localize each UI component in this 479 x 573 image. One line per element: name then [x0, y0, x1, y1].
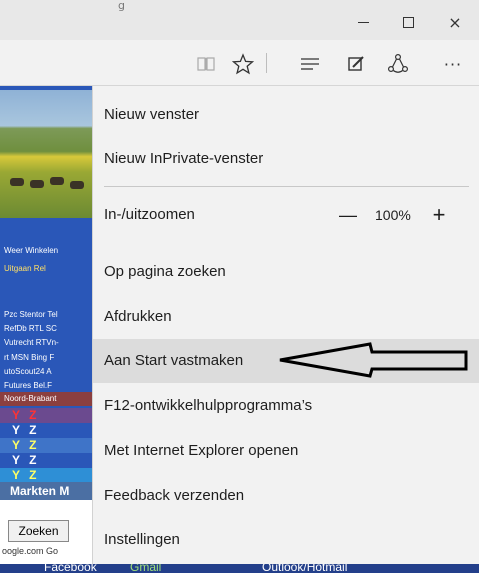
maximize-button[interactable] — [389, 10, 427, 34]
web-note-button[interactable] — [343, 51, 369, 77]
page-link-row[interactable]: Uitgaan Rel — [0, 262, 92, 276]
zoeken-button[interactable]: Zoeken — [8, 520, 69, 542]
yz-row[interactable]: Y Z — [0, 408, 92, 423]
close-icon: × — [448, 12, 462, 32]
menu-item-open-ie[interactable]: Met Internet Explorer openen — [93, 429, 479, 473]
menu-item-send-feedback[interactable]: Feedback verzenden — [93, 474, 479, 518]
cow-shape — [30, 180, 44, 188]
reading-view-icon — [197, 57, 215, 71]
favorite-star-icon — [232, 53, 254, 75]
hub-button[interactable] — [297, 51, 323, 77]
browser-toolbar: ··· — [0, 40, 479, 86]
page-link-row[interactable]: Pzc Stentor Tel — [0, 308, 92, 322]
yz-row[interactable]: Y Z — [0, 423, 92, 438]
facebook-link[interactable]: Facebook — [44, 560, 97, 573]
header-photo — [0, 90, 92, 218]
share-icon — [387, 53, 409, 73]
toolbar-separator — [266, 53, 267, 73]
annotation-arrow — [279, 342, 468, 378]
menu-item-new-window[interactable]: Nieuw venster — [93, 93, 479, 137]
page-link-row[interactable]: RefDb RTL SC — [0, 322, 92, 336]
yz-row[interactable]: Y Z — [0, 453, 92, 468]
page-link-row[interactable]: rt MSN Bing F — [0, 351, 92, 365]
background-webpage: Weer Winkelen Uitgaan Rel Pzc Stentor Te… — [0, 86, 92, 573]
hub-icon — [301, 58, 319, 70]
cow-shape — [70, 181, 84, 189]
menu-item-find-on-page[interactable]: Op pagina zoeken — [93, 250, 479, 294]
yz-row[interactable]: Y Z — [0, 438, 92, 453]
page-link-row[interactable]: Noord-Brabant — [0, 392, 92, 406]
menu-item-f12-tools[interactable]: F12-ontwikkelhulpprogramma’s — [93, 384, 479, 428]
close-button[interactable]: × — [436, 10, 474, 34]
web-note-icon — [348, 56, 364, 71]
menu-item-zoom: In-/uitzoomen — 100% + — [93, 193, 479, 237]
cow-shape — [10, 178, 24, 186]
google-text: oogle.com Go — [2, 546, 59, 556]
menu-item-print[interactable]: Afdrukken — [93, 295, 479, 339]
menu-item-settings[interactable]: Instellingen — [93, 518, 479, 562]
page-link-row[interactable]: Weer Winkelen — [0, 244, 92, 258]
more-actions-button[interactable]: ··· — [440, 51, 466, 77]
reading-view-button[interactable] — [193, 51, 219, 77]
cow-shape — [50, 177, 64, 185]
menu-item-new-inprivate[interactable]: Nieuw InPrivate-venster — [93, 137, 479, 181]
page-link-row[interactable]: Vutrecht RTVn- — [0, 336, 92, 350]
zoom-level: 100% — [375, 207, 411, 223]
markten-bar[interactable]: Markten M — [0, 482, 92, 500]
minimize-icon — [357, 21, 369, 23]
page-link-row[interactable]: Futures Bel.F — [0, 379, 92, 393]
page-bottom-bar: Facebook Gmail Outlook/Hotmail — [0, 560, 479, 573]
menu-separator — [104, 186, 469, 187]
more-actions-menu: Nieuw venster Nieuw InPrivate-venster In… — [92, 86, 479, 564]
more-actions-icon: ··· — [443, 54, 463, 74]
title-bar: g × — [0, 0, 479, 40]
zoom-in-button[interactable]: + — [429, 193, 449, 237]
window-caption: g — [118, 0, 125, 12]
page-link-row[interactable]: utoScout24 A — [0, 365, 92, 379]
favorite-button[interactable] — [230, 51, 256, 77]
zoom-label: In-/uitzoomen — [104, 206, 195, 223]
share-button[interactable] — [385, 51, 411, 77]
yz-row[interactable]: Y Z — [0, 468, 92, 483]
maximize-icon — [402, 16, 414, 28]
zoom-out-button[interactable]: — — [338, 193, 358, 237]
minimize-button[interactable] — [344, 10, 382, 34]
